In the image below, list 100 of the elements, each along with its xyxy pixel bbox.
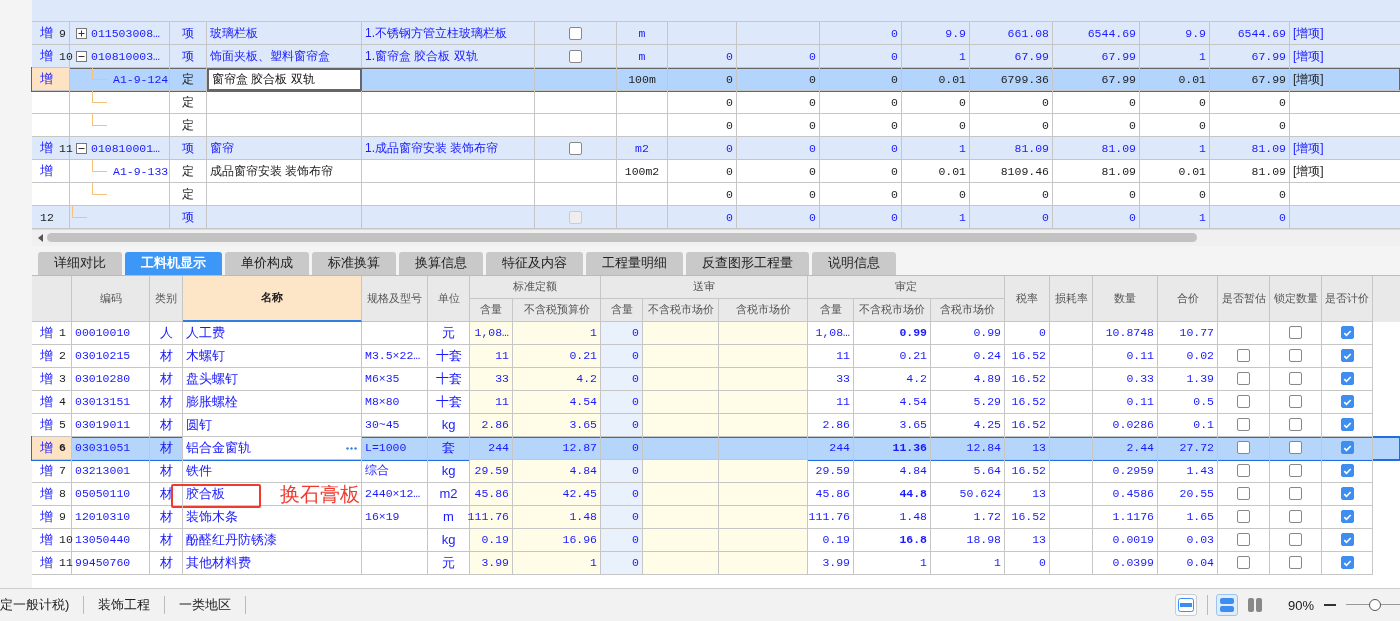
horizontal-scrollbar[interactable]	[32, 229, 1400, 246]
checkbox[interactable]	[1340, 441, 1354, 455]
material-name: 铁件	[186, 461, 212, 480]
table-cell: 0.04	[1186, 556, 1214, 570]
table-row[interactable]: 增 10 13050440 材 酚醛红丹防锈漆 kg 0.19 16.96 0 0.19 16.8 18.98 13 0.0019 0.03	[32, 528, 1400, 552]
checkbox[interactable]	[1289, 533, 1302, 547]
checkbox[interactable]	[1237, 510, 1250, 524]
table-row[interactable]: 增 6 03031051 材 铝合金窗轨 L=1000 套 244 12.87 0 244 11.36 12.84 13 2.44 27.72	[32, 436, 1400, 460]
collapse-icon[interactable]	[76, 142, 87, 154]
table-cell: 111.76	[808, 510, 850, 524]
checkbox[interactable]	[1340, 556, 1354, 570]
table-row[interactable]: 定 0 0 0 0 0 0 0 0	[32, 91, 1400, 115]
table-row[interactable]: 增 8 05050110 材 胶合板 换石膏板 2440×12… m2 45.86 42.45 0 45.86 44.8 50.624 13 0.4586 20.55	[32, 482, 1400, 506]
material-name: 圆钉	[186, 415, 212, 434]
item-type: 定	[182, 93, 194, 111]
table-row[interactable]: 增 4 03013151 材 膨胀螺栓 M8×80 十套 11 4.54 0 11 4.54 5.29 16.52 0.11 0.5	[32, 390, 1400, 414]
collapse-icon[interactable]	[76, 50, 87, 62]
table-cell: 5.29	[973, 395, 1001, 409]
table-row[interactable]: 12 项 0 0 0 1 0 0 1 0	[32, 206, 1400, 230]
added-mark: 增	[40, 530, 53, 549]
category: 人	[159, 323, 173, 342]
table-cell: 0	[891, 141, 898, 155]
item-type: 项	[182, 47, 194, 65]
table-row[interactable]: 增 9 011503008… 项 玻璃栏板 1.不锈钢方管立柱玻璃栏板 m 0 9.9 661.08 6544.69 9.9 6544.69 [增项]	[32, 22, 1400, 46]
checkbox[interactable]	[1289, 487, 1302, 501]
material-name: 装饰木条	[186, 507, 238, 526]
table-cell: 0.01	[1178, 72, 1206, 86]
table-row[interactable]: 增 9 12010310 材 装饰木条 16×19 m 111.76 1.48 0 111.76 1.48 1.72 16.52 1.1176 1.65	[32, 505, 1400, 529]
checkbox[interactable]	[569, 26, 582, 40]
table-row[interactable]: 增 3 03010280 材 盘头螺钉 M6×35 十套 33 4.2 0 33 4.2 4.89 16.52 0.33 1.39	[32, 367, 1400, 391]
checkbox[interactable]	[1289, 510, 1302, 524]
checkbox[interactable]	[1289, 464, 1302, 478]
tab[interactable]: 反查图形工程量	[686, 251, 809, 275]
table-cell: 244	[488, 441, 509, 455]
table-cell: 0.2959	[1112, 464, 1154, 478]
tab[interactable]: 单价构成	[225, 251, 309, 275]
table-cell: 11	[836, 349, 850, 363]
checkbox[interactable]	[569, 141, 582, 155]
checkbox[interactable]	[1237, 418, 1250, 432]
tab[interactable]: 详细对比	[38, 251, 122, 275]
checkbox[interactable]	[1340, 372, 1354, 386]
checkbox[interactable]	[1340, 349, 1354, 363]
item-type: 项	[182, 24, 194, 42]
table-cell: 16.8	[899, 533, 927, 547]
expand-icon[interactable]	[76, 27, 87, 39]
table-row[interactable]: 增 11 99450760 材 其他材料费 元 3.99 1 0 3.99 1 1 0 0.0399 0.04	[32, 551, 1400, 575]
table-cell: 0	[809, 95, 816, 109]
tab[interactable]: 标准换算	[312, 251, 396, 275]
checkbox[interactable]	[1289, 418, 1302, 432]
table-row[interactable]: 增 1 00010010 人 人工费 元 1,08… 1 0 1,08… 0.99 0.99 0 10.8748 10.77	[32, 321, 1400, 345]
material-name: 盘头螺钉	[186, 369, 238, 388]
tab[interactable]: 特征及内容	[486, 251, 583, 275]
checkbox[interactable]	[1237, 556, 1250, 570]
tab[interactable]: 换算信息	[399, 251, 483, 275]
checkbox[interactable]	[1237, 395, 1250, 409]
table-row[interactable]: 增 11 010810001… 项 窗帘 1.成品窗帘安装 装饰布帘 m2 0 0 0 1 81.09 81.09 1 81.09 [增项]	[32, 137, 1400, 161]
table-row[interactable]: 增 2 03010215 材 木螺钉 M3.5×22… 十套 11 0.21 0 11 0.21 0.24 16.52 0.11 0.02	[32, 344, 1400, 368]
checkbox[interactable]	[569, 49, 582, 63]
table-cell: 0	[1199, 187, 1206, 201]
checkbox[interactable]	[1237, 487, 1250, 501]
table-cell: 4.89	[973, 372, 1001, 386]
table-cell: 81.09	[1101, 141, 1136, 155]
checkbox[interactable]	[1237, 464, 1250, 478]
table-cell: 0	[1129, 95, 1136, 109]
item-feature: 1.不锈钢方管立柱玻璃栏板	[365, 24, 507, 42]
checkbox[interactable]	[1237, 533, 1250, 547]
checkbox[interactable]	[1340, 487, 1354, 501]
checkbox[interactable]	[1340, 464, 1354, 478]
checkbox[interactable]	[1340, 418, 1354, 432]
checkbox[interactable]	[1237, 349, 1250, 363]
slider-thumb[interactable]	[1369, 599, 1382, 611]
item-type: 定	[182, 185, 194, 203]
scroll-left-icon[interactable]	[38, 233, 43, 242]
checkbox[interactable]	[1289, 441, 1302, 455]
checkbox[interactable]	[1237, 372, 1250, 386]
stacked-view-button[interactable]	[1215, 594, 1238, 616]
table-row[interactable]: 增 10 010810003… 项 饰面夹板、塑料窗帘盒 1.窗帘盒 胶合板 双轨 m 0 0 0 1 67.99 67.99 1 67.99 [增项]	[32, 45, 1400, 69]
table-cell: 16.52	[1011, 510, 1046, 524]
checkbox[interactable]	[1340, 533, 1354, 547]
checkbox[interactable]	[1340, 510, 1354, 524]
table-row[interactable]: 增 7 03213001 材 铁件 综合 kg 29.59 4.84 0 29.59 4.84 5.64 16.52 0.2959 1.43	[32, 459, 1400, 483]
checkbox[interactable]	[1289, 349, 1302, 363]
checkbox[interactable]	[1289, 372, 1302, 386]
table-row[interactable]: 增 A1-9-133 定 成品窗帘安装 装饰布帘 100m2 0 0 0 0.01 8109.46 81.09 0.01 81.09 [增项]	[32, 160, 1400, 184]
table-cell: 45.86	[815, 487, 850, 501]
more-icon[interactable]	[346, 446, 357, 450]
checkbox[interactable]	[1289, 395, 1302, 409]
tab[interactable]: 说明信息	[812, 251, 896, 275]
table-row[interactable]: 增 A1-9-124 定 窗帘盒 胶合板 双轨 100m 0 0 0 0.01 6799.36 67.99 0.01 67.99 [增项]	[32, 68, 1400, 92]
checkbox[interactable]	[1289, 556, 1302, 570]
table-cell: 0	[726, 187, 733, 201]
table-row[interactable]: 增 5 03019011 材 圆钉 30~45 kg 2.86 3.65 0 2.86 3.65 4.25 16.52 0.0286 0.1	[32, 413, 1400, 437]
tab[interactable]: 工程量明细	[586, 251, 683, 275]
column-header: 编码	[99, 290, 122, 306]
checkbox[interactable]	[1340, 395, 1354, 409]
checkbox[interactable]	[1340, 326, 1354, 340]
single-view-button[interactable]	[1174, 594, 1197, 616]
checkbox[interactable]	[1289, 326, 1302, 340]
table-cell: 16.52	[1011, 418, 1046, 432]
checkbox[interactable]	[1237, 441, 1250, 455]
